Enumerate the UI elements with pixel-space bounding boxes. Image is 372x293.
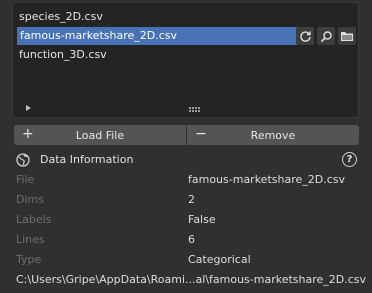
data-information-header[interactable]: Data Information ? (16, 151, 359, 169)
list-item[interactable]: function_3D.csv (19, 46, 107, 64)
file-path: C:\Users\Gripe\AppData\Roami...al\famous… (16, 273, 367, 286)
remove-button[interactable]: − Remove (187, 125, 359, 145)
info-label: Type (16, 253, 42, 266)
search-icon[interactable] (317, 27, 335, 45)
info-row-file: File famous-marketshare_2D.csv (16, 172, 359, 188)
list-item[interactable]: species_2D.csv (19, 8, 103, 26)
resize-grip-icon[interactable] (189, 107, 200, 112)
panel-title: Data Information (40, 153, 134, 166)
info-row-lines: Lines 6 (16, 232, 359, 248)
info-row-type: Type Categorical (16, 252, 359, 268)
file-actions: + Load File − Remove (14, 125, 359, 145)
info-value: 2 (188, 193, 195, 206)
info-label: Labels (16, 213, 52, 226)
expand-arrow-icon[interactable] (26, 105, 31, 111)
info-row-labels: Labels False (16, 212, 359, 228)
info-value: 6 (188, 233, 195, 246)
info-label: Dims (16, 193, 44, 206)
globe-icon (16, 153, 30, 170)
list-item-selected[interactable]: famous-marketshare_2D.csv (17, 27, 307, 45)
folder-icon[interactable] (338, 27, 356, 45)
minus-icon: − (195, 126, 207, 142)
plus-icon: + (22, 126, 34, 142)
info-label: File (16, 173, 35, 186)
load-file-button[interactable]: + Load File (14, 125, 186, 145)
remove-label: Remove (250, 128, 296, 142)
info-row-dims: Dims 2 (16, 192, 359, 208)
file-list[interactable]: species_2D.csv famous-marketshare_2D.csv… (12, 2, 359, 118)
info-value: Categorical (188, 253, 251, 266)
info-value: famous-marketshare_2D.csv (188, 173, 346, 186)
info-value: False (188, 213, 216, 226)
load-file-label: Load File (75, 128, 125, 142)
refresh-icon[interactable] (296, 27, 314, 45)
info-label: Lines (16, 233, 45, 246)
help-icon[interactable]: ? (342, 152, 357, 167)
row-actions (296, 27, 356, 45)
